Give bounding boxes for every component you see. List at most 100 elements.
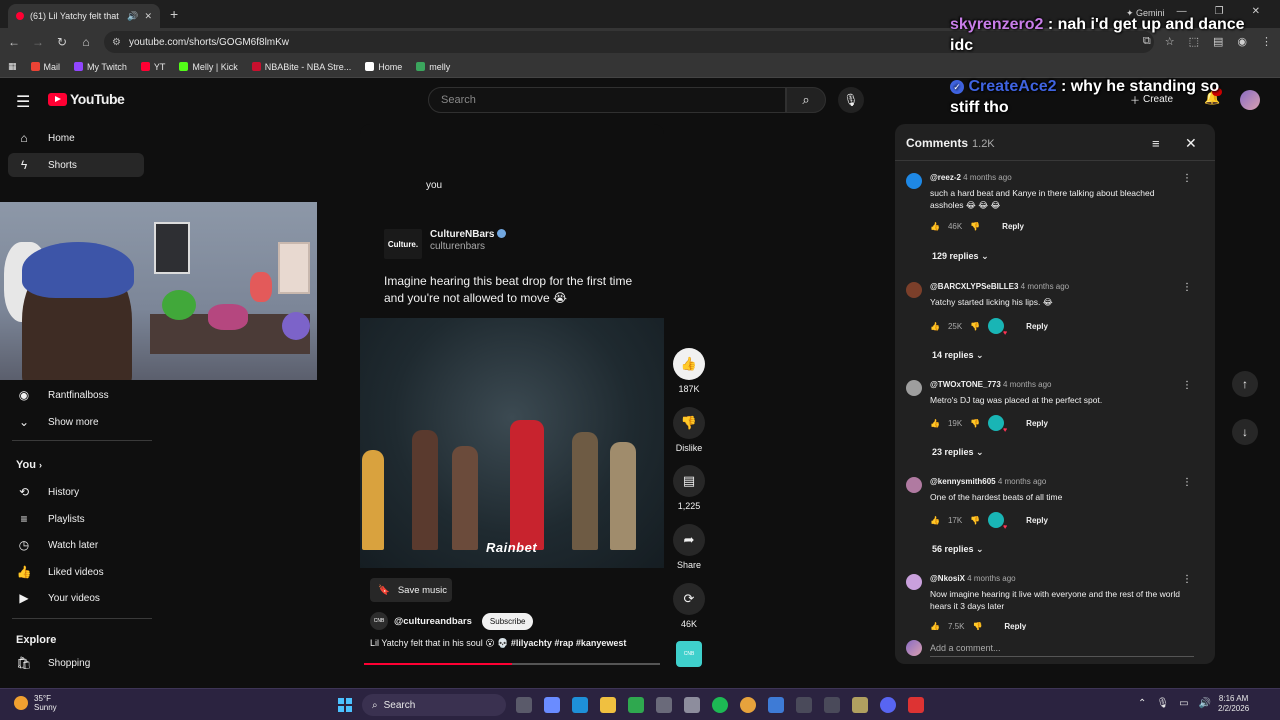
video-progress-bar[interactable] <box>364 663 660 665</box>
thumbs-up-icon[interactable]: 👍 <box>673 348 705 380</box>
bookmark-yt[interactable]: YT <box>140 62 165 72</box>
thumbs-up-icon[interactable]: 👍 <box>930 322 940 331</box>
weather-widget[interactable]: 35°F Sunny <box>14 694 57 712</box>
reload-icon[interactable]: ↻ <box>50 35 74 49</box>
sidebar-show-more[interactable]: ⌄ Show more <box>8 410 144 434</box>
comments-action[interactable]: ▤ 1,225 <box>672 465 706 511</box>
chrome-icon[interactable] <box>740 697 756 713</box>
comment-author[interactable]: @BARCXLYPSeBILLE3 4 months ago <box>930 282 1069 291</box>
bookmark-nbabite[interactable]: NBABite - NBA Stre... <box>251 62 351 72</box>
mic-tray-icon[interactable]: 🎙 <box>1156 698 1169 709</box>
volume-icon[interactable]: 🔊 <box>1199 698 1211 709</box>
edge-icon[interactable] <box>572 697 588 713</box>
xbox-icon[interactable] <box>628 697 644 713</box>
search-button[interactable]: ⌕ <box>786 87 826 113</box>
add-comment-field[interactable]: Add a comment... <box>906 640 1001 656</box>
comment-author[interactable]: @kennysmith605 4 months ago <box>930 477 1046 486</box>
forward-icon[interactable]: → <box>26 35 50 49</box>
like-action[interactable]: 👍 187K <box>672 348 706 394</box>
voice-search-button[interactable]: 🎙 <box>838 87 864 113</box>
sidebar-item-your-videos[interactable]: ▶ Your videos <box>8 586 144 610</box>
more-vert-icon[interactable]: ⋮ <box>1182 574 1192 585</box>
subscribe-button[interactable]: Subscribe <box>481 612 534 630</box>
thumbs-down-icon[interactable]: 👎 <box>970 419 980 428</box>
task-view-icon[interactable] <box>516 697 532 713</box>
thumbs-down-icon[interactable]: 👎 <box>970 516 980 525</box>
sidebar-item-playlists[interactable]: ≡ Playlists <box>8 507 144 531</box>
sound-thumbnail[interactable]: CNB <box>676 641 702 667</box>
sidebar-item-shorts[interactable]: ϟ Shorts <box>8 153 144 177</box>
thumbs-down-icon[interactable]: 👎 <box>972 622 982 630</box>
commenter-avatar[interactable] <box>906 380 922 396</box>
comment-icon[interactable]: ▤ <box>673 465 705 497</box>
video-frame[interactable] <box>360 318 664 568</box>
back-icon[interactable]: ← <box>2 35 26 49</box>
bookmark-melly[interactable]: melly <box>416 62 450 72</box>
new-tab-icon[interactable]: + <box>170 6 178 22</box>
taskbar-clock[interactable]: 8:16 AM 2/2/2026 <box>1218 694 1249 714</box>
discord-icon[interactable] <box>880 697 896 713</box>
close-icon[interactable]: ✕ <box>1185 135 1197 152</box>
apps-grid-icon[interactable]: ▦ <box>8 61 17 72</box>
sidebar-item-subscription[interactable]: ◉ Rantfinalboss <box>8 383 144 407</box>
app-icon[interactable] <box>824 697 840 713</box>
bookmark-mail[interactable]: Mail <box>30 62 60 72</box>
browser-tab[interactable]: (61) Lil Yatchy felt that in hi 🔊 ✕ <box>8 4 160 28</box>
windows-start-icon[interactable] <box>338 698 352 712</box>
reply-button[interactable]: Reply <box>1026 516 1048 525</box>
tab-close-icon[interactable]: ✕ <box>144 11 152 22</box>
remix-action[interactable]: ⟳ 46K <box>672 583 706 629</box>
view-replies-button[interactable]: 129 replies ⌄ <box>932 251 989 262</box>
remix-icon[interactable]: ⟳ <box>673 583 705 615</box>
bookmark-kick[interactable]: Melly | Kick <box>179 62 238 72</box>
file-explorer-icon[interactable] <box>600 697 616 713</box>
chevron-up-icon[interactable]: ⌃ <box>1138 698 1146 709</box>
app-icon[interactable] <box>796 697 812 713</box>
view-replies-button[interactable]: 14 replies ⌄ <box>932 350 984 361</box>
previous-short-button[interactable]: ↑ <box>1232 371 1258 397</box>
search-input[interactable]: Search <box>428 87 786 113</box>
commenter-avatar[interactable] <box>906 282 922 298</box>
view-replies-button[interactable]: 56 replies ⌄ <box>932 544 984 555</box>
reply-button[interactable]: Reply <box>1026 322 1048 331</box>
app-icon[interactable] <box>768 697 784 713</box>
sidebar-you-heading[interactable]: You › <box>16 459 42 471</box>
thumbs-up-icon[interactable]: 👍 <box>930 222 940 231</box>
sidebar-item-watch-later[interactable]: ◷ Watch later <box>8 533 144 557</box>
next-short-button[interactable]: ↓ <box>1232 419 1258 445</box>
commenter-avatar[interactable] <box>906 477 922 493</box>
copilot-icon[interactable] <box>544 697 560 713</box>
share-action[interactable]: ➦ Share <box>672 524 706 570</box>
thumbs-down-icon[interactable]: 👎 <box>970 222 980 231</box>
commenter-avatar[interactable] <box>906 574 922 590</box>
taskbar-search[interactable]: ⌕ Search <box>362 694 506 716</box>
sidebar-item-home[interactable]: ⌂ Home <box>8 126 144 150</box>
thumbs-up-icon[interactable]: 👍 <box>930 622 940 630</box>
thumbs-down-icon[interactable]: 👎 <box>970 322 980 331</box>
home-icon[interactable]: ⌂ <box>74 35 98 49</box>
more-vert-icon[interactable]: ⋮ <box>1182 380 1192 391</box>
channel-handle[interactable]: @cultureandbars <box>394 616 472 627</box>
bookmark-twitch[interactable]: My Twitch <box>74 62 127 72</box>
thumbs-up-icon[interactable]: 👍 <box>930 516 940 525</box>
share-icon[interactable]: ➦ <box>673 524 705 556</box>
more-vert-icon[interactable]: ⋮ <box>1182 173 1192 184</box>
reply-button[interactable]: Reply <box>1026 419 1048 428</box>
more-vert-icon[interactable]: ⋮ <box>1182 477 1192 488</box>
app-icon[interactable] <box>656 697 672 713</box>
youtube-logo[interactable]: YouTube <box>48 91 125 107</box>
speaker-icon[interactable]: 🔊 <box>127 11 138 22</box>
thumbs-up-icon[interactable]: 👍 <box>930 419 940 428</box>
comment-author[interactable]: @reez-2 4 months ago <box>930 173 1012 182</box>
save-music-button[interactable]: 🔖 Save music <box>370 578 452 602</box>
reply-button[interactable]: Reply <box>1002 222 1024 231</box>
sidebar-item-history[interactable]: ⟲ History <box>8 480 144 504</box>
comment-author[interactable]: @TWOxTONE_773 4 months ago <box>930 380 1052 389</box>
spotify-icon[interactable] <box>712 697 728 713</box>
caption-hashtags[interactable]: #lilyachty #rap #kanyewest <box>511 638 627 648</box>
sort-icon[interactable]: ≡ <box>1152 136 1160 151</box>
channel-avatar[interactable]: CNB <box>370 612 388 630</box>
more-vert-icon[interactable]: ⋮ <box>1182 282 1192 293</box>
window-close-icon[interactable]: ✕ <box>1252 6 1260 17</box>
site-info-icon[interactable]: ⚙ <box>112 37 121 48</box>
